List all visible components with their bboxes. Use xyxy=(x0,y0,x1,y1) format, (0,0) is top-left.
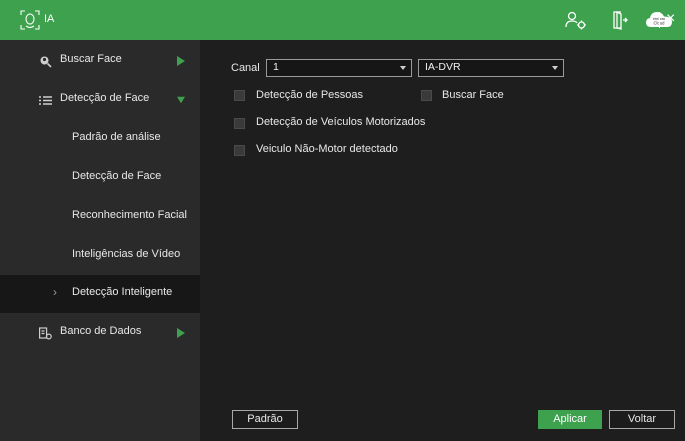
logout-icon[interactable] xyxy=(612,10,628,30)
sidebar-subitem-reconhecimento-facial[interactable]: Reconhecimento Facial xyxy=(0,198,200,236)
sidebar-subitem-padrao-de-analise[interactable]: Padrão de análise xyxy=(0,120,200,158)
channel-label: Canal xyxy=(231,62,260,74)
sidebar-item-label: Buscar Face xyxy=(60,53,122,65)
title-bar-divider xyxy=(659,12,660,28)
sidebar-subitem-deteccao-inteligente[interactable]: › Detecção Inteligente xyxy=(0,275,200,313)
chevron-right-icon xyxy=(177,328,185,338)
chevron-down-icon xyxy=(177,96,185,104)
chevron-down-icon xyxy=(400,66,406,70)
title-bar: IA intelbras Cloud × xyxy=(0,0,685,40)
sidebar: Buscar Face Detecção de Face Padrão de a… xyxy=(0,40,200,441)
channel-select-value: 1 xyxy=(273,61,279,73)
user-settings-icon[interactable] xyxy=(565,10,587,30)
ai-type-select-value: IA-DVR xyxy=(425,61,461,73)
sidebar-item-label: Detecção de Face xyxy=(72,170,162,182)
checkbox-label: Detecção de Veículos Motorizados xyxy=(256,116,426,128)
back-button[interactable]: Voltar xyxy=(609,410,675,429)
ai-type-select[interactable]: IA-DVR xyxy=(418,59,564,77)
sidebar-item-label: Reconhecimento Facial xyxy=(72,209,187,221)
default-button[interactable]: Padrão xyxy=(232,410,298,429)
sidebar-item-label: Inteligências de Vídeo xyxy=(72,248,181,260)
chevron-right-icon xyxy=(177,56,185,66)
channel-select[interactable]: 1 xyxy=(266,59,412,77)
database-icon xyxy=(39,327,52,340)
list-icon xyxy=(39,96,52,105)
close-icon[interactable]: × xyxy=(666,9,680,29)
checkbox-veiculo-nao-motor[interactable] xyxy=(234,145,245,156)
face-search-icon xyxy=(40,56,52,68)
sidebar-subitem-inteligencias-de-video[interactable]: Inteligências de Vídeo xyxy=(0,237,200,275)
checkbox-buscar-face[interactable] xyxy=(421,90,432,101)
checkbox-deteccao-de-veiculos-motorizados[interactable] xyxy=(234,118,245,129)
apply-button[interactable]: Aplicar xyxy=(538,410,602,429)
sidebar-item-label: Banco de Dados xyxy=(60,325,142,337)
checkbox-label: Detecção de Pessoas xyxy=(256,89,364,101)
window-title: IA xyxy=(44,13,55,25)
sidebar-item-label: Detecção de Face xyxy=(60,92,150,104)
checkbox-deteccao-de-pessoas[interactable] xyxy=(234,90,245,101)
sidebar-item-banco-de-dados[interactable]: Banco de Dados xyxy=(0,314,200,352)
checkbox-label: Veiculo Não-Motor detectado xyxy=(256,143,398,155)
active-marker-icon: › xyxy=(53,285,57,299)
sidebar-item-deteccao-de-face[interactable]: Detecção de Face xyxy=(0,81,200,119)
sidebar-item-label: Padrão de análise xyxy=(72,131,161,143)
sidebar-item-label: Detecção Inteligente xyxy=(72,286,173,298)
sidebar-subitem-deteccao-de-face[interactable]: Detecção de Face xyxy=(0,159,200,197)
sidebar-item-buscar-face[interactable]: Buscar Face xyxy=(0,42,200,80)
checkbox-label: Buscar Face xyxy=(442,89,504,101)
chevron-down-icon xyxy=(552,66,558,70)
face-scan-icon xyxy=(20,10,40,30)
